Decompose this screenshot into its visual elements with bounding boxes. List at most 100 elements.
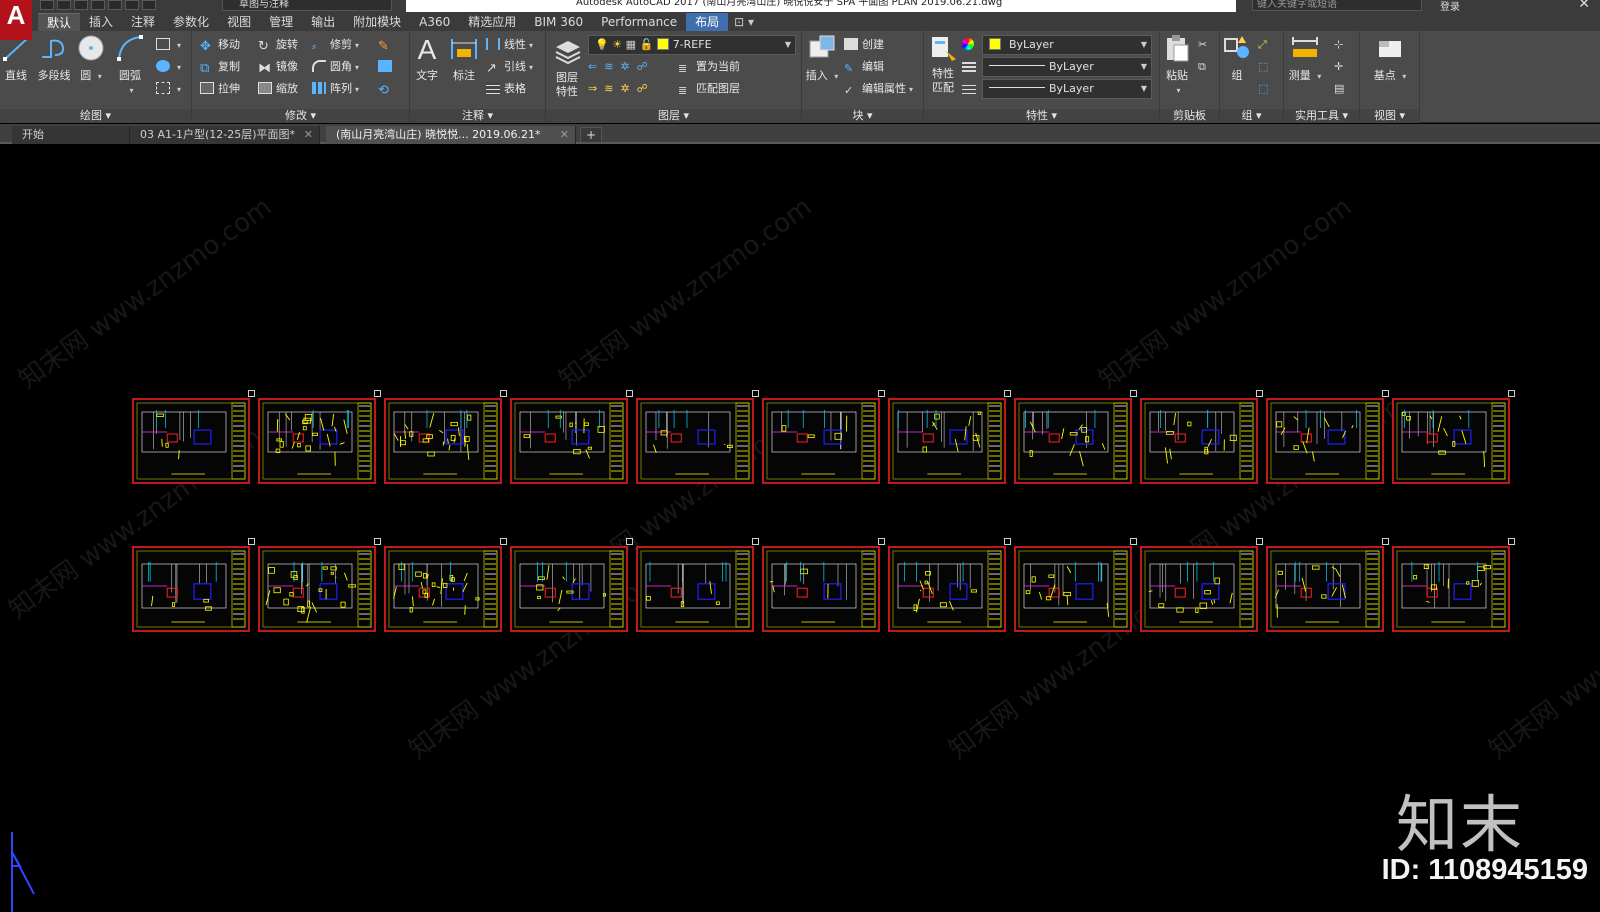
point-id-icon[interactable]: ✛ bbox=[1334, 57, 1343, 77]
ribbon-tab[interactable]: 默认 bbox=[38, 13, 81, 31]
layout-sheet[interactable] bbox=[888, 546, 1006, 632]
panel-clipboard-footer[interactable]: 剪贴板 bbox=[1160, 109, 1219, 123]
layout-sheet[interactable] bbox=[888, 398, 1006, 484]
print-icon[interactable] bbox=[108, 0, 122, 10]
layout-sheet[interactable] bbox=[762, 398, 880, 484]
selection-grip[interactable] bbox=[500, 538, 507, 545]
file-tab-plan[interactable]: 03 A1-1户型(12-25层)平面图* ✕ bbox=[130, 126, 320, 144]
layout-sheet[interactable] bbox=[1014, 398, 1132, 484]
panel-view-footer[interactable]: 视图 ▾ bbox=[1360, 109, 1419, 123]
selection-grip[interactable] bbox=[878, 390, 885, 397]
layer-unisolate-icon[interactable]: ≋ bbox=[604, 82, 613, 95]
match-properties-button[interactable]: 特性 匹配 bbox=[926, 33, 960, 95]
layer-on-icon[interactable]: ⇒ bbox=[588, 82, 597, 95]
workspace-select[interactable]: 草图与注释 bbox=[222, 0, 392, 11]
file-tab-start[interactable]: 开始 bbox=[12, 126, 130, 144]
chevron-down-icon[interactable]: ▾ bbox=[129, 86, 133, 95]
group-button[interactable]: 组 bbox=[1222, 33, 1252, 83]
create-block-button[interactable]: 创建 bbox=[844, 35, 884, 55]
save-icon[interactable] bbox=[74, 0, 88, 10]
new-tab-button[interactable]: + bbox=[580, 127, 602, 143]
selection-grip[interactable] bbox=[1382, 390, 1389, 397]
trim-button[interactable]: ⸗ 修剪 ▾ bbox=[312, 35, 359, 55]
layout-sheet[interactable] bbox=[510, 398, 628, 484]
layer-select[interactable]: 💡 ☀ ▦ 🔓 7-REFE ▼ bbox=[588, 35, 796, 55]
panel-layers-footer[interactable]: 图层 ▾ bbox=[546, 109, 801, 123]
text-button[interactable]: A 文字 bbox=[412, 33, 442, 83]
panel-draw-footer[interactable]: 绘图 ▾ bbox=[0, 109, 191, 123]
copy-clip-icon[interactable]: ⧉ bbox=[1198, 57, 1206, 77]
rectangle-button[interactable]: ▾ bbox=[156, 35, 181, 55]
linear-button[interactable]: 线性 ▾ bbox=[486, 35, 533, 55]
saveas-icon[interactable] bbox=[91, 0, 105, 10]
selection-grip[interactable] bbox=[1382, 538, 1389, 545]
ribbon-minimize-toggle[interactable]: ⊡ ▾ bbox=[728, 13, 760, 31]
unlock-icon[interactable]: 🔓 bbox=[639, 38, 653, 51]
layout-sheet[interactable] bbox=[132, 546, 250, 632]
insert-block-button[interactable]: 插入 ▾ bbox=[804, 33, 840, 83]
layer-freeze-icon[interactable]: ✲ bbox=[620, 60, 629, 73]
paste-button[interactable]: 粘贴 ▾ bbox=[1162, 33, 1192, 96]
linetype-icon[interactable] bbox=[962, 57, 980, 77]
linetype-select[interactable]: ByLayer ▼ bbox=[982, 57, 1152, 77]
layout-sheet[interactable] bbox=[384, 546, 502, 632]
panel-modify-footer[interactable]: 修改 ▾ bbox=[192, 109, 409, 123]
ribbon-tab[interactable]: 精选应用 bbox=[459, 13, 525, 31]
scale-button[interactable]: 缩放 bbox=[258, 79, 298, 99]
file-tab-active[interactable]: (南山月亮湾山庄) 晓悦悦... 2019.06.21* ✕ bbox=[326, 126, 576, 144]
stretch-button[interactable]: 拉伸 bbox=[200, 79, 240, 99]
chevron-down-icon[interactable]: ▾ bbox=[1317, 72, 1321, 81]
make-current-button[interactable]: ≣ 置为当前 bbox=[678, 57, 740, 77]
close-tab-icon[interactable]: ✕ bbox=[560, 126, 569, 144]
layer-lock-icon[interactable]: ☍ bbox=[637, 60, 648, 73]
fillet-button[interactable]: 圆角 ▾ bbox=[312, 57, 359, 77]
quick-select-icon[interactable]: ⊹ bbox=[1334, 35, 1343, 55]
ribbon-tab[interactable]: 注释 bbox=[122, 13, 164, 31]
group-select-icon[interactable]: ⬚ bbox=[1258, 79, 1268, 99]
selection-grip[interactable] bbox=[1256, 538, 1263, 545]
mirror-button[interactable]: ⧓ 镜像 bbox=[258, 57, 298, 77]
selection-grip[interactable] bbox=[1256, 390, 1263, 397]
login-button[interactable]: 登录 bbox=[1440, 0, 1460, 13]
boundary-button[interactable]: ▾ bbox=[156, 79, 181, 99]
layout-sheet[interactable] bbox=[1140, 546, 1258, 632]
match-layer-button[interactable]: ≣ 匹配图层 bbox=[678, 79, 740, 99]
selection-grip[interactable] bbox=[374, 390, 381, 397]
panel-annotation-footer[interactable]: 注释 ▾ bbox=[410, 109, 545, 123]
layout-sheet[interactable] bbox=[1014, 546, 1132, 632]
lightbulb-icon[interactable]: 💡 bbox=[595, 38, 609, 51]
new-icon[interactable] bbox=[40, 0, 54, 10]
redo-icon[interactable] bbox=[142, 0, 156, 10]
ribbon-tab[interactable]: 附加模块 bbox=[344, 13, 410, 31]
array-button[interactable]: 阵列 ▾ bbox=[312, 79, 359, 99]
sun-icon[interactable]: ☀ bbox=[612, 38, 622, 51]
selection-grip[interactable] bbox=[1004, 390, 1011, 397]
layout-sheet[interactable] bbox=[1266, 546, 1384, 632]
selection-grip[interactable] bbox=[1130, 390, 1137, 397]
layout-sheet[interactable] bbox=[1266, 398, 1384, 484]
panel-properties-footer[interactable]: 特性 ▾ bbox=[924, 109, 1159, 123]
edit-attributes-button[interactable]: ✓ 编辑属性 ▾ bbox=[844, 79, 913, 99]
lineweight-select[interactable]: ByLayer ▼ bbox=[982, 79, 1152, 99]
selection-grip[interactable] bbox=[1004, 538, 1011, 545]
selection-grip[interactable] bbox=[1130, 538, 1137, 545]
selection-grip[interactable] bbox=[248, 390, 255, 397]
drawing-canvas[interactable]: 知末网 www.znzmo.com 知末网 www.znzmo.com 知末网 ww… bbox=[0, 146, 1600, 912]
chevron-down-icon[interactable]: ▾ bbox=[834, 72, 838, 81]
line-button[interactable]: 直线 bbox=[2, 33, 31, 83]
arc-button[interactable]: 圆弧 ▾ bbox=[114, 33, 146, 96]
copy-button[interactable]: ⧉ 复制 bbox=[200, 57, 240, 77]
layout-sheet[interactable] bbox=[1140, 398, 1258, 484]
close-tab-icon[interactable]: ✕ bbox=[304, 126, 313, 144]
ribbon-tab[interactable]: Performance bbox=[592, 13, 686, 31]
table-button[interactable]: 表格 bbox=[486, 79, 526, 99]
chevron-down-icon[interactable]: ▾ bbox=[1402, 72, 1406, 81]
layer-off-icon[interactable]: ⇐ bbox=[588, 60, 597, 73]
layout-sheet[interactable] bbox=[132, 398, 250, 484]
selection-grip[interactable] bbox=[752, 538, 759, 545]
layout-sheet[interactable] bbox=[510, 546, 628, 632]
ribbon-tab[interactable]: 参数化 bbox=[164, 13, 218, 31]
selection-grip[interactable] bbox=[374, 538, 381, 545]
ribbon-tab[interactable]: 输出 bbox=[302, 13, 344, 31]
selection-grip[interactable] bbox=[878, 538, 885, 545]
